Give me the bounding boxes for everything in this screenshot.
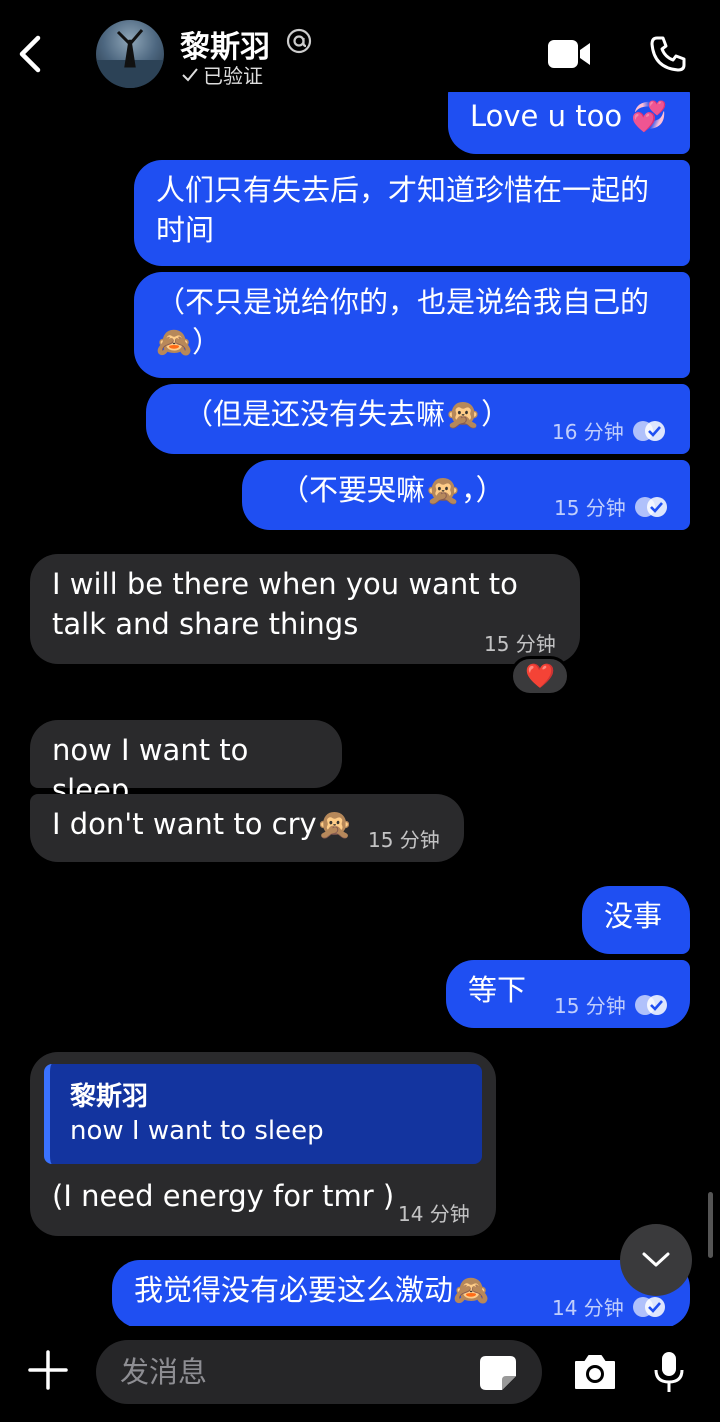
microphone-button[interactable] [652,1350,686,1394]
read-receipt-icon [634,496,667,517]
message-meta: 15 分钟 [554,492,668,521]
timestamp: 15 分钟 [554,496,626,520]
message-meta: 15 分钟 [484,628,556,657]
message-text: I will be there when you want to talk an… [52,567,518,641]
message-text: Love u too 💞 [470,99,668,133]
message-composer [0,1326,720,1422]
scrollbar[interactable] [708,1192,713,1258]
message-meta: 15 分钟 [554,990,668,1019]
chevron-down-icon [642,1252,670,1267]
message-text: (I need energy for tmr ) [52,1179,395,1213]
message-text: 等下 [468,973,527,1007]
message-text: 没事 [604,899,663,933]
message-text: （不只是说给你的，也是说给我自己的🙈） [156,285,650,359]
avatar[interactable] [96,20,164,88]
incoming-message[interactable]: now I want to sleep [30,720,342,807]
timestamp: 15 分钟 [484,632,556,656]
message-meta: 14 分钟 [552,1292,666,1321]
phone-icon [650,36,686,72]
add-attachment-button[interactable] [26,1348,70,1392]
read-receipt-icon [632,420,665,441]
verified-status: 已验证 [180,60,263,89]
quoted-message[interactable]: 黎斯羽 now I want to sleep [44,1064,482,1164]
reaction-emoji: ❤️ [525,662,555,690]
timestamp: 15 分钟 [554,994,626,1018]
outgoing-message[interactable]: 人们只有失去后，才知道珍惜在一起的时间 [134,160,690,266]
video-camera-icon [548,40,590,68]
outgoing-message[interactable]: 没事 [582,886,690,954]
scroll-to-bottom-button[interactable] [620,1224,692,1296]
heart-reaction[interactable]: ❤️ [510,656,570,696]
message-meta: 14 分钟 [398,1198,470,1227]
chat-header: 黎斯羽 已验证 [0,0,720,92]
message-input[interactable] [96,1340,542,1404]
outgoing-message[interactable]: （不只是说给你的，也是说给我自己的🙈） [134,272,690,378]
video-call-button[interactable] [546,36,592,72]
check-icon [182,67,198,81]
microphone-icon [654,1352,684,1392]
sticker-icon [480,1356,516,1390]
message-text: 我觉得没有必要这么激动🙈 [134,1273,490,1307]
verified-label: 已验证 [203,64,263,88]
sticker-button[interactable] [478,1354,518,1392]
voice-call-button[interactable] [648,34,688,74]
timestamp: 14 分钟 [552,1296,624,1320]
read-receipt-icon [634,994,667,1015]
back-arrow-icon [19,35,41,73]
timestamp: 14 分钟 [398,1202,470,1226]
outgoing-message[interactable]: Love u too 💞 [448,86,690,154]
quoted-text: now I want to sleep [70,1116,324,1146]
camera-icon [575,1355,615,1389]
read-receipt-icon [632,1296,665,1317]
message-text: 人们只有失去后，才知道珍惜在一起的时间 [156,173,650,247]
message-meta: 16 分钟 [552,416,666,445]
plus-icon [28,1350,68,1390]
quoted-sender: 黎斯羽 [70,1082,149,1112]
camera-button[interactable] [572,1352,618,1392]
at-icon [286,28,312,54]
message-text: I don't want to cry🙊 [52,807,353,841]
message-meta: 15 分钟 [368,824,440,853]
timestamp: 15 分钟 [368,828,440,852]
back-button[interactable] [12,30,52,78]
message-text: （但是还没有失去嘛🙊） [184,397,511,431]
message-text: （不要哭嘛🙊，） [280,473,505,507]
timestamp: 16 分钟 [552,420,624,444]
